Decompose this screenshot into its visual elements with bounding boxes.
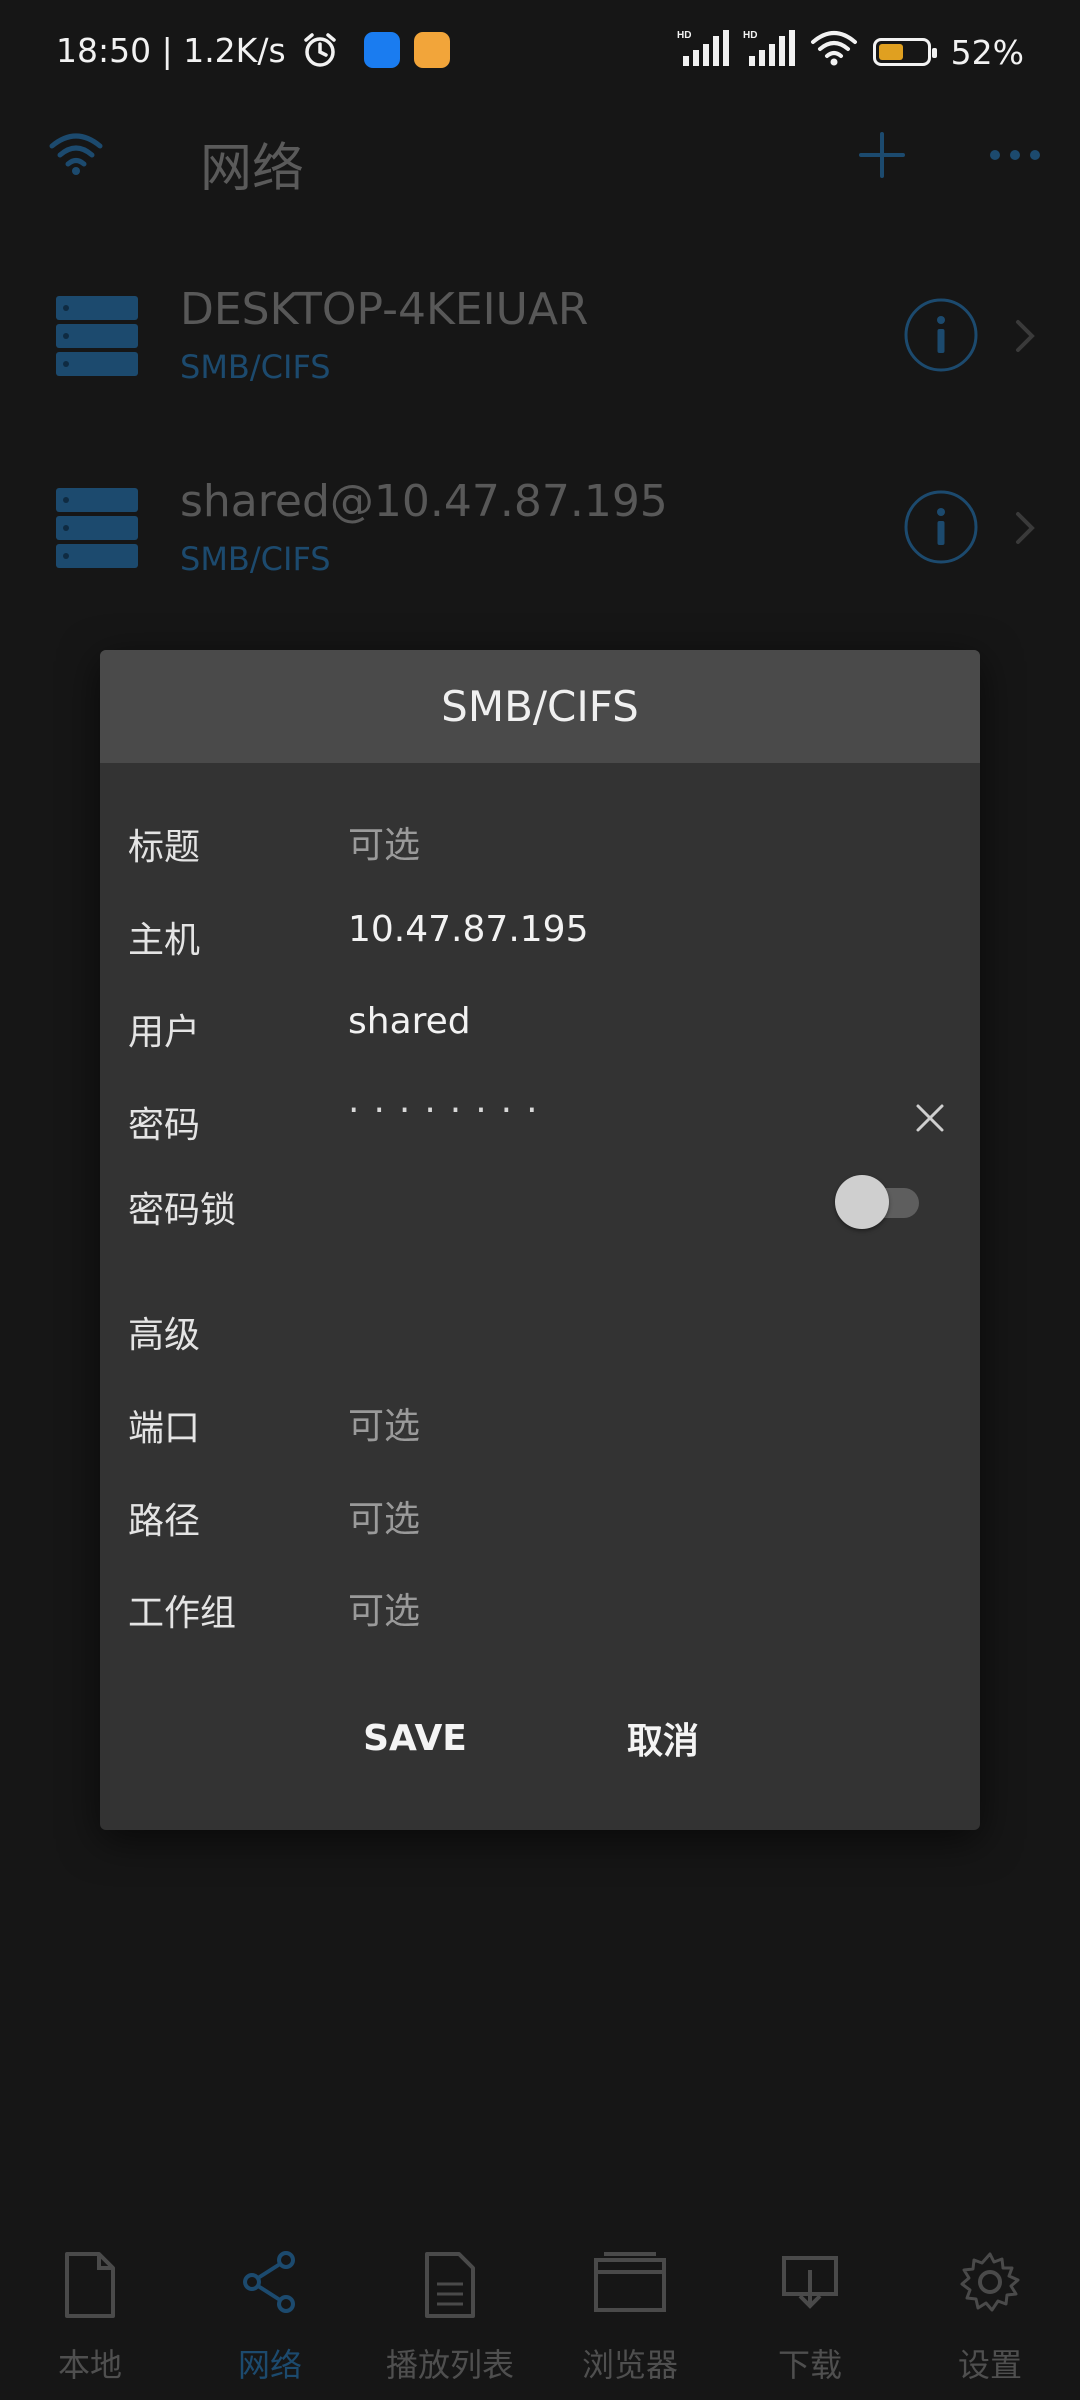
signal-icon-2: HD bbox=[743, 28, 795, 76]
share-icon bbox=[242, 2250, 298, 2318]
wifi-status-icon bbox=[809, 28, 859, 76]
browser-icon bbox=[592, 2250, 668, 2318]
battery-icon bbox=[872, 38, 937, 66]
password-lock-label: 密码锁 bbox=[128, 1190, 237, 1231]
port-field-row[interactable]: 端口 可选 bbox=[100, 1383, 980, 1463]
page-title: 网络 bbox=[200, 139, 305, 199]
path-input[interactable]: 可选 bbox=[348, 1490, 420, 1542]
workgroup-field-row[interactable]: 工作组 可选 bbox=[100, 1568, 980, 1648]
nav-item-local[interactable]: 本地 bbox=[0, 2222, 180, 2400]
status-right: HD HD 52% bbox=[677, 28, 1024, 76]
gear-icon bbox=[958, 2250, 1022, 2318]
advanced-section-header: 高级 bbox=[100, 1290, 980, 1370]
advanced-label: 高级 bbox=[128, 1315, 201, 1356]
save-button[interactable]: SAVE bbox=[315, 1698, 515, 1778]
server-name: DESKTOP-4KEIUAR bbox=[180, 284, 589, 335]
password-field-row[interactable]: 密码 ········ bbox=[100, 1080, 980, 1160]
dialog-actions: SAVE 取消 bbox=[100, 1698, 980, 1778]
user-input[interactable]: shared bbox=[348, 1001, 471, 1042]
app-notification-icon-2 bbox=[413, 32, 450, 68]
host-input[interactable]: 10.47.87.195 bbox=[348, 909, 588, 950]
bottom-nav: 本地 网络 播放列表 浏览器 下载 设置 bbox=[0, 2222, 1080, 2400]
cancel-button[interactable]: 取消 bbox=[563, 1698, 763, 1778]
screen: 18:50 | 1.2K/s HD HD 52% 网络 DESKTOP-4KEI… bbox=[0, 0, 1080, 2400]
host-label: 主机 bbox=[128, 920, 201, 961]
title-label: 标题 bbox=[128, 827, 201, 868]
server-item[interactable]: shared@10.47.87.195 SMB/CIFS bbox=[0, 454, 1080, 624]
password-input[interactable]: ········ bbox=[348, 1090, 552, 1131]
password-lock-row[interactable]: 密码锁 bbox=[100, 1165, 980, 1245]
svg-text:HD: HD bbox=[677, 30, 691, 41]
server-name: shared@10.47.87.195 bbox=[180, 476, 668, 527]
nav-label: 播放列表 bbox=[385, 2346, 514, 2384]
nav-item-playlist[interactable]: 播放列表 bbox=[360, 2222, 540, 2400]
smb-dialog: SMB/CIFS 标题 可选 主机 10.47.87.195 用户 shared… bbox=[100, 650, 980, 1830]
more-icon bbox=[990, 150, 1040, 160]
nav-label: 浏览器 bbox=[581, 2346, 678, 2384]
dialog-title: SMB/CIFS bbox=[100, 650, 980, 763]
status-bar: 18:50 | 1.2K/s HD HD 52% bbox=[0, 0, 1080, 104]
server-icon bbox=[56, 294, 138, 382]
nav-item-download[interactable]: 下载 bbox=[720, 2222, 900, 2400]
user-field-row[interactable]: 用户 shared bbox=[100, 987, 980, 1067]
status-time-speed: 18:50 | 1.2K/s bbox=[56, 30, 286, 70]
alarm-icon bbox=[300, 30, 340, 70]
host-field-row[interactable]: 主机 10.47.87.195 bbox=[100, 895, 980, 975]
workgroup-label: 工作组 bbox=[128, 1593, 237, 1634]
svg-text:HD: HD bbox=[743, 30, 757, 41]
clear-icon[interactable] bbox=[912, 1100, 948, 1140]
info-icon bbox=[904, 298, 978, 372]
nav-item-settings[interactable]: 设置 bbox=[900, 2222, 1080, 2400]
server-item[interactable]: DESKTOP-4KEIUAR SMB/CIFS bbox=[0, 262, 1080, 432]
more-button[interactable] bbox=[985, 128, 1045, 182]
chevron-right-icon[interactable] bbox=[1010, 316, 1040, 360]
info-icon bbox=[904, 490, 978, 564]
path-field-row[interactable]: 路径 可选 bbox=[100, 1476, 980, 1556]
server-protocol: SMB/CIFS bbox=[180, 348, 331, 386]
status-left: 18:50 | 1.2K/s bbox=[56, 30, 450, 70]
nav-item-network[interactable]: 网络 bbox=[180, 2222, 360, 2400]
signal-icon: HD bbox=[677, 28, 729, 76]
battery-fill bbox=[878, 44, 903, 60]
playlist-icon bbox=[423, 2250, 477, 2324]
file-icon bbox=[63, 2250, 117, 2324]
nav-label: 本地 bbox=[57, 2346, 122, 2384]
app-notification-icon bbox=[363, 32, 400, 68]
title-input[interactable]: 可选 bbox=[348, 816, 420, 868]
workgroup-input[interactable]: 可选 bbox=[348, 1582, 420, 1634]
nav-item-browser[interactable]: 浏览器 bbox=[540, 2222, 720, 2400]
wifi-icon bbox=[48, 128, 104, 182]
nav-label: 网络 bbox=[237, 2346, 302, 2384]
app-bar: 网络 bbox=[0, 104, 1080, 214]
password-lock-toggle[interactable] bbox=[835, 1175, 921, 1229]
nav-label: 下载 bbox=[777, 2346, 842, 2384]
path-label: 路径 bbox=[128, 1501, 201, 1542]
title-field-row[interactable]: 标题 可选 bbox=[100, 802, 980, 882]
port-input[interactable]: 可选 bbox=[348, 1397, 420, 1449]
info-button[interactable] bbox=[902, 488, 980, 570]
nav-label: 设置 bbox=[957, 2346, 1022, 2384]
user-label: 用户 bbox=[128, 1012, 201, 1053]
plus-icon bbox=[859, 132, 905, 178]
toggle-knob bbox=[835, 1175, 889, 1229]
download-icon bbox=[780, 2250, 840, 2318]
chevron-right-icon[interactable] bbox=[1010, 508, 1040, 552]
password-label: 密码 bbox=[128, 1105, 201, 1146]
server-protocol: SMB/CIFS bbox=[180, 540, 331, 578]
port-label: 端口 bbox=[128, 1408, 201, 1449]
server-icon bbox=[56, 486, 138, 574]
add-button[interactable] bbox=[855, 128, 909, 182]
info-button[interactable] bbox=[902, 296, 980, 378]
battery-percent: 52% bbox=[950, 32, 1024, 72]
